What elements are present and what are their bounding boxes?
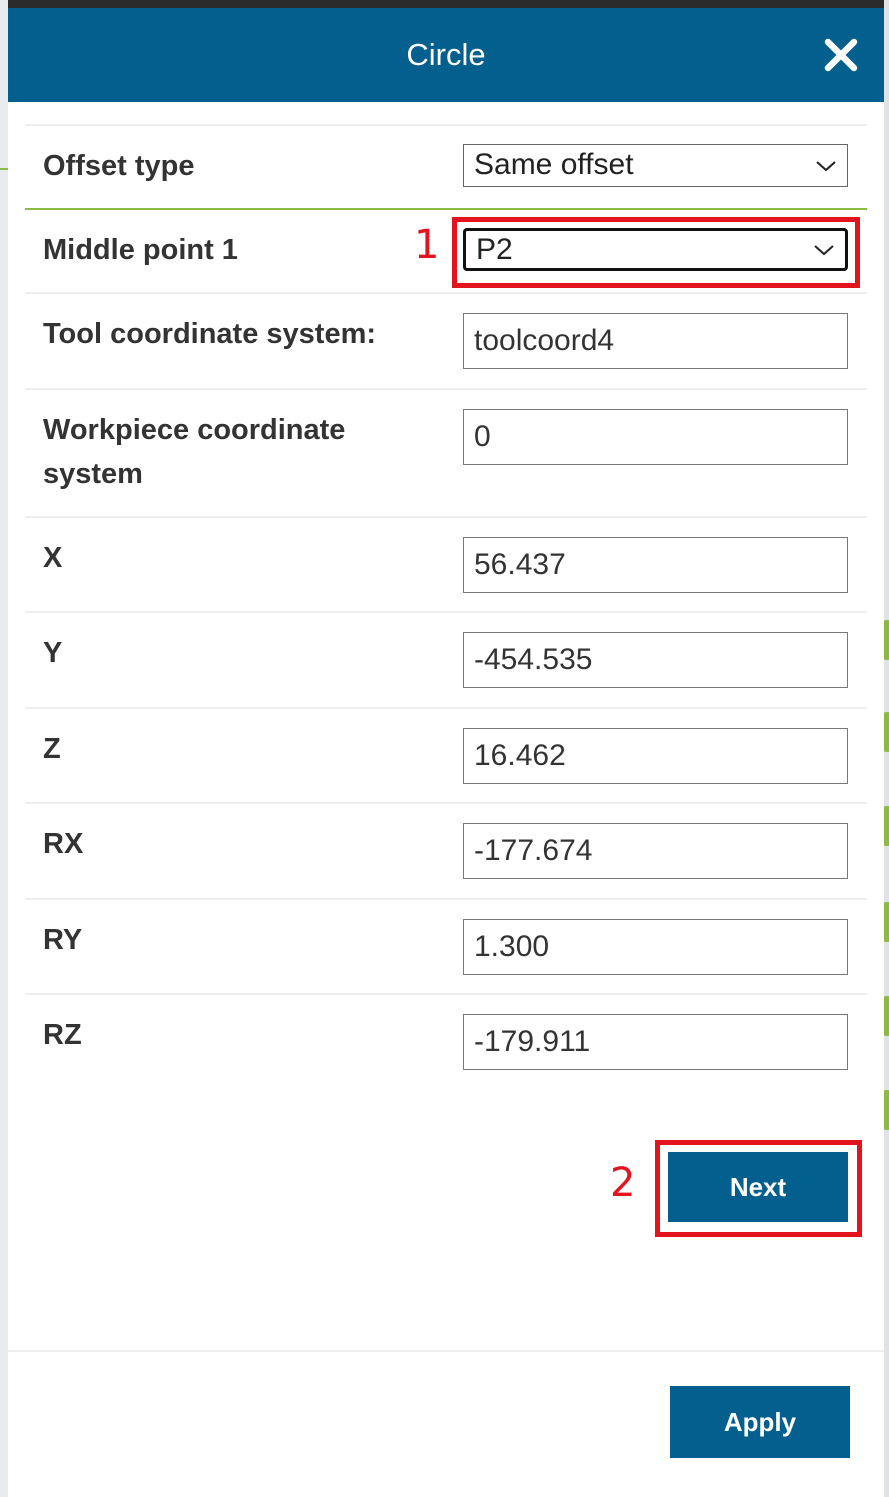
offset-type-select[interactable]: Same offset [463,144,848,187]
offset-type-value: Same offset [474,148,634,181]
z-label: Z [43,733,61,765]
circle-dialog: Circle Offset type Same offset Middle po… [8,8,884,1497]
rz-row: RZ -179.911 [25,993,867,1089]
background-app-divider [0,168,8,170]
dialog-header: Circle [8,8,884,102]
offset-type-row: Offset type Same offset [25,124,867,208]
annotation-box-middle-point [452,217,860,288]
workpiece-coord-label-line2: system [43,458,143,490]
rx-row: RX -177.674 [25,802,867,898]
z-row: Z 16.462 [25,707,867,802]
y-label: Y [43,637,63,669]
workpiece-coord-label: Workpiece coordinate system [43,408,345,496]
ry-label: RY [43,924,83,956]
background-app-toolbar [0,0,889,8]
tool-coord-label: Tool coordinate system: [43,318,377,350]
z-input[interactable]: 16.462 [463,728,848,784]
close-button[interactable] [816,30,866,80]
dialog-title: Circle [406,37,486,72]
x-label: X [43,542,63,574]
tool-coord-row: Tool coordinate system: toolcoord4 [25,292,867,388]
close-icon [824,38,858,72]
tool-coord-input[interactable]: toolcoord4 [463,313,848,369]
x-input[interactable]: 56.437 [463,537,848,593]
rx-label: RX [43,828,84,860]
ry-row: RY 1.300 [25,898,867,993]
y-input[interactable]: -454.535 [463,632,848,688]
workpiece-coord-row: Workpiece coordinate system 0 [25,388,867,516]
next-button[interactable]: Next [668,1152,848,1222]
y-row: Y -454.535 [25,611,867,707]
apply-button[interactable]: Apply [670,1386,850,1458]
background-app-left-edge [0,0,8,1497]
workpiece-coord-input[interactable]: 0 [463,409,848,465]
rx-input[interactable]: -177.674 [463,823,848,879]
ry-input[interactable]: 1.300 [463,919,848,975]
middle-point-label: Middle point 1 [43,234,238,266]
annotation-step-2: 2 [610,1160,636,1206]
rz-label: RZ [43,1019,82,1051]
chevron-down-icon [816,160,836,171]
x-row: X 56.437 [25,516,867,611]
footer-divider [8,1350,884,1352]
workpiece-coord-label-line1: Workpiece coordinate [43,414,346,446]
offset-type-label: Offset type [43,150,195,182]
rz-input[interactable]: -179.911 [463,1014,848,1070]
annotation-step-1: 1 [414,222,440,268]
